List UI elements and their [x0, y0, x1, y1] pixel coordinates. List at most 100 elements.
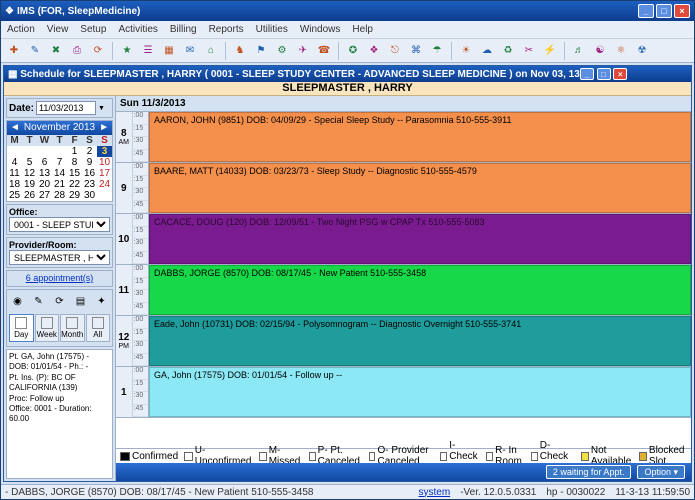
view-month[interactable]: Month — [60, 314, 85, 342]
cal-day[interactable] — [97, 190, 112, 201]
cal-day[interactable]: 3 — [97, 146, 112, 157]
toolbar-button-4[interactable]: ⟳ — [89, 42, 107, 60]
appointment-block[interactable]: GA, John (17575) DOB: 01/01/54 - Follow … — [149, 367, 691, 417]
date-input[interactable] — [36, 101, 96, 115]
cal-day[interactable]: 23 — [82, 179, 97, 190]
cal-day[interactable]: 25 — [7, 190, 22, 201]
toolbar-button-13[interactable]: ⚑ — [252, 42, 270, 60]
sub-minimize-button[interactable]: _ — [580, 68, 594, 80]
toolbar-button-18[interactable]: ✪ — [344, 42, 362, 60]
appointment-block[interactable]: BAARE, MATT (14033) DOB: 03/23/73 - Slee… — [149, 163, 691, 213]
office-select[interactable]: 0001 - SLEEP STUDY CENTER — [9, 217, 110, 232]
cal-day[interactable]: 11 — [7, 168, 22, 179]
left-tool-2[interactable]: ✎ — [30, 292, 48, 310]
maximize-button[interactable]: □ — [656, 4, 672, 18]
cal-day[interactable]: 10 — [97, 157, 112, 168]
toolbar-button-25[interactable]: ☁ — [478, 42, 496, 60]
toolbar-button-31[interactable]: ☯ — [591, 42, 609, 60]
close-button[interactable]: × — [674, 4, 690, 18]
cal-day[interactable]: 12 — [22, 168, 37, 179]
sub-maximize-button[interactable]: □ — [597, 68, 611, 80]
toolbar-button-12[interactable]: ♞ — [231, 42, 249, 60]
toolbar-button-21[interactable]: ⌘ — [407, 42, 425, 60]
menu-billing[interactable]: Billing — [170, 24, 197, 35]
toolbar-button-2[interactable]: ✖ — [47, 42, 65, 60]
appointment-queue[interactable]: 6 appointment(s) — [6, 270, 113, 287]
cal-day[interactable]: 19 — [22, 179, 37, 190]
cal-day[interactable] — [7, 146, 22, 157]
cal-day[interactable]: 9 — [82, 157, 97, 168]
appointment-block[interactable]: Eade, John (10731) DOB: 02/15/94 - Polys… — [149, 316, 691, 366]
view-day[interactable]: Day — [9, 314, 34, 342]
cal-day[interactable]: 16 — [82, 168, 97, 179]
menu-windows[interactable]: Windows — [300, 24, 341, 35]
appointment-queue-link[interactable]: 6 appointment(s) — [26, 273, 94, 283]
mini-calendar[interactable]: ◄ November 2013 ► MTWTFSS123456789101112… — [6, 120, 113, 202]
cal-next-icon[interactable]: ► — [99, 121, 109, 135]
cal-day[interactable]: 26 — [22, 190, 37, 201]
cal-day[interactable] — [22, 146, 37, 157]
toolbar-button-16[interactable]: ☎ — [315, 42, 333, 60]
menu-action[interactable]: Action — [7, 24, 35, 35]
cal-day[interactable]: 7 — [52, 157, 67, 168]
cal-day[interactable]: 17 — [97, 168, 112, 179]
toolbar-button-22[interactable]: ☂ — [428, 42, 446, 60]
waiting-queue-button[interactable]: 2 waiting for Appt. — [546, 465, 632, 479]
appointment-block[interactable]: CACACE, DOUG (120) DOB: 12/09/51 - Two N… — [149, 214, 691, 264]
minimize-button[interactable]: _ — [638, 4, 654, 18]
cal-day[interactable]: 22 — [67, 179, 82, 190]
cal-day[interactable]: 15 — [67, 168, 82, 179]
toolbar-button-0[interactable]: ✚ — [5, 42, 23, 60]
left-tool-4[interactable]: ▤ — [72, 292, 90, 310]
toolbar-button-30[interactable]: ♬ — [570, 42, 588, 60]
toolbar-button-24[interactable]: ☀ — [457, 42, 475, 60]
toolbar-button-9[interactable]: ✉ — [181, 42, 199, 60]
cal-day[interactable]: 28 — [52, 190, 67, 201]
toolbar-button-7[interactable]: ☰ — [139, 42, 157, 60]
option-button[interactable]: Option ▾ — [637, 465, 685, 479]
toolbar-button-6[interactable]: ★ — [118, 42, 136, 60]
toolbar-button-27[interactable]: ✂ — [520, 42, 538, 60]
toolbar-button-28[interactable]: ⚡ — [541, 42, 559, 60]
sub-close-button[interactable]: × — [613, 68, 627, 80]
cal-day[interactable]: 21 — [52, 179, 67, 190]
toolbar-button-33[interactable]: ☢ — [633, 42, 651, 60]
toolbar-button-32[interactable]: ⚛ — [612, 42, 630, 60]
toolbar-button-14[interactable]: ⚙ — [273, 42, 291, 60]
provider-select[interactable]: SLEEPMASTER , HARRY — [9, 250, 110, 265]
cal-day[interactable]: 4 — [7, 157, 22, 168]
cal-day[interactable]: 18 — [7, 179, 22, 190]
date-dropdown-icon[interactable]: ▼ — [98, 105, 105, 112]
cal-day[interactable]: 5 — [22, 157, 37, 168]
toolbar-button-26[interactable]: ♻ — [499, 42, 517, 60]
cal-day[interactable]: 6 — [37, 157, 52, 168]
appointment-block[interactable]: DABBS, JORGE (8570) DOB: 08/17/45 - New … — [149, 265, 691, 315]
toolbar-button-15[interactable]: ✈ — [294, 42, 312, 60]
cal-prev-icon[interactable]: ◄ — [10, 121, 20, 135]
cal-day[interactable]: 2 — [82, 146, 97, 157]
cal-day[interactable]: 13 — [37, 168, 52, 179]
toolbar-button-3[interactable]: ⎙ — [68, 42, 86, 60]
toolbar-button-10[interactable]: ⌂ — [202, 42, 220, 60]
menu-utilities[interactable]: Utilities — [256, 24, 288, 35]
toolbar-button-19[interactable]: ❖ — [365, 42, 383, 60]
cal-day[interactable]: 29 — [67, 190, 82, 201]
menu-activities[interactable]: Activities — [118, 24, 157, 35]
cal-day[interactable]: 20 — [37, 179, 52, 190]
toolbar-button-20[interactable]: ⎋ — [386, 42, 404, 60]
cal-day[interactable]: 1 — [67, 146, 82, 157]
left-tool-5[interactable]: ✦ — [93, 292, 111, 310]
left-tool-3[interactable]: ⟳ — [51, 292, 69, 310]
menu-reports[interactable]: Reports — [209, 24, 244, 35]
appointment-block[interactable]: AARON, JOHN (9851) DOB: 04/09/29 - Speci… — [149, 112, 691, 162]
menu-help[interactable]: Help — [352, 24, 373, 35]
cal-day[interactable]: 8 — [67, 157, 82, 168]
left-tool-1[interactable]: ◉ — [9, 292, 27, 310]
menu-view[interactable]: View — [47, 24, 69, 35]
cal-day[interactable] — [37, 146, 52, 157]
toolbar-button-1[interactable]: ✎ — [26, 42, 44, 60]
toolbar-button-8[interactable]: ▦ — [160, 42, 178, 60]
cal-day[interactable]: 24 — [97, 179, 112, 190]
cal-day[interactable] — [52, 146, 67, 157]
cal-day[interactable]: 27 — [37, 190, 52, 201]
